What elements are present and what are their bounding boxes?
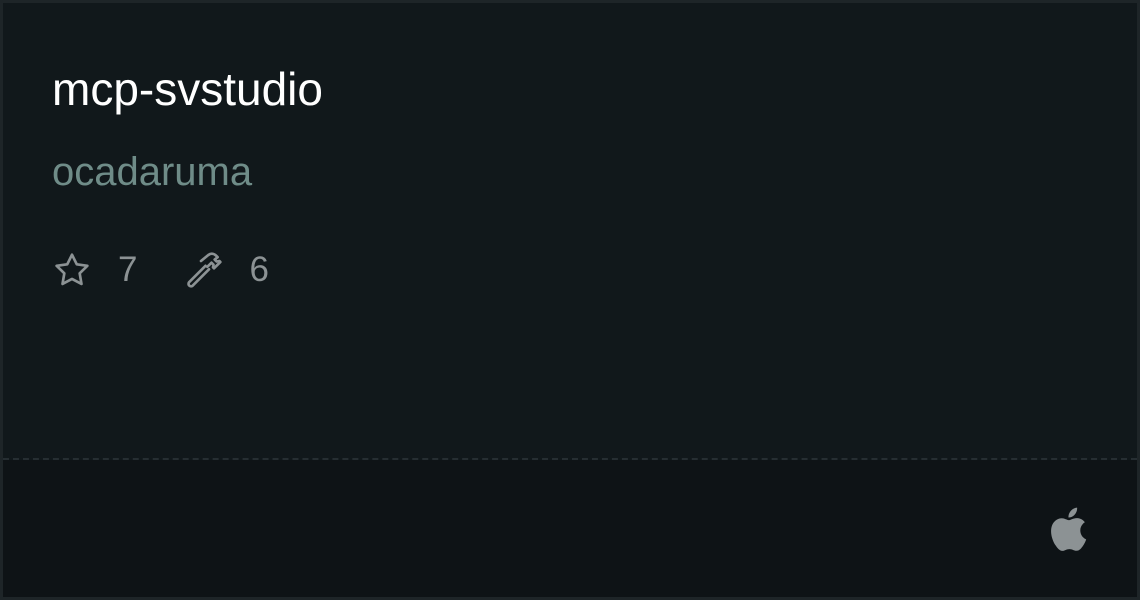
server-card[interactable]: mcp-svstudio ocadaruma 7 6 bbox=[0, 0, 1140, 600]
card-owner[interactable]: ocadaruma bbox=[52, 147, 252, 197]
tools-count: 6 bbox=[249, 250, 269, 289]
apple-icon bbox=[1049, 506, 1087, 552]
tools-stat: 6 bbox=[183, 250, 269, 290]
hammer-icon bbox=[183, 250, 223, 290]
card-title[interactable]: mcp-svstudio bbox=[52, 61, 323, 117]
card-footer bbox=[3, 460, 1137, 597]
star-icon bbox=[52, 250, 92, 290]
card-body: mcp-svstudio ocadaruma 7 6 bbox=[3, 3, 1137, 458]
stars-count: 7 bbox=[118, 250, 138, 289]
card-stats: 7 6 bbox=[52, 249, 269, 291]
stars-stat: 7 bbox=[52, 250, 137, 290]
